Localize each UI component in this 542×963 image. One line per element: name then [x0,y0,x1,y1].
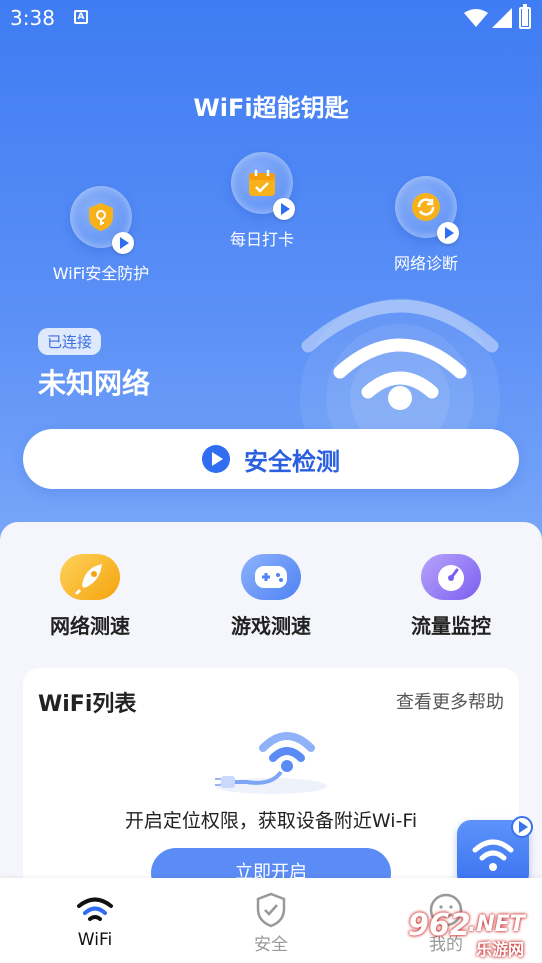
shield-check-icon [256,892,286,928]
calendar-check-icon [249,170,275,196]
tool-game-speed[interactable]: 游戏测速 [201,554,341,639]
wifi-list-title: WiFi列表 [38,692,137,717]
feature-label: 每日打卡 [229,230,294,249]
location-permission-hint: 开启定位权限，获取设备附近Wi-Fi [124,810,418,832]
feature-bubble [395,176,459,244]
watermark-text: .NET [468,912,525,937]
feature-wifi-protection[interactable]: WiFi安全防护 [44,186,158,284]
status-time: 3:38 [10,6,55,30]
connection-status-badge: 已连接 [38,328,102,355]
tool-label: 网络测速 [50,614,130,638]
notification-icon: A [74,10,88,24]
refresh-diagnose-icon [412,193,440,221]
feature-bubble [231,152,295,220]
wifi-icon [472,839,514,871]
play-icon [511,816,533,838]
status-bar: 3:38 A [0,0,542,36]
shield-key-icon [89,203,113,231]
tab-label: WiFi [77,930,113,950]
feature-daily-checkin[interactable]: 每日打卡 [212,152,312,250]
feature-bubble [70,186,134,254]
security-check-button[interactable]: 安全检测 [23,429,519,489]
wifi-tab-icon [77,897,113,921]
cell-signal-icon [492,8,512,28]
feature-network-diagnosis[interactable]: 网络诊断 [376,176,476,274]
wifi-plug-illustration-icon [215,732,327,794]
gauge-icon [421,554,481,600]
tool-traffic-monitor[interactable]: 流量监控 [381,554,521,639]
network-name: 未知网络 [38,367,151,400]
watermark-logo: 962 .NET 乐游网 [408,908,538,959]
feature-label: 网络诊断 [393,254,458,273]
wifi-signal-icon [464,9,488,27]
tool-network-speed[interactable]: 网络测速 [20,554,160,639]
watermark-text: 乐游网 [476,940,525,959]
tab-security[interactable]: 安全 [221,890,321,955]
tab-wifi[interactable]: WiFi [45,890,145,950]
watermark-text: 962 [408,908,471,943]
battery-icon [519,4,531,29]
tab-label: 安全 [254,935,288,955]
play-icon [112,232,134,254]
security-check-label: 安全检测 [244,447,340,476]
tool-label: 游戏测速 [231,614,311,638]
play-icon [437,222,459,244]
feature-label: WiFi安全防护 [52,264,150,283]
wifi-connection-icon [300,298,500,450]
tool-label: 流量监控 [411,614,491,638]
gamepad-icon [241,554,301,600]
help-link[interactable]: 查看更多帮助 [396,688,504,714]
play-icon [202,445,230,473]
app-title: WiFi超能钥匙 [193,94,349,122]
play-icon [273,198,295,220]
rocket-icon [60,554,120,600]
